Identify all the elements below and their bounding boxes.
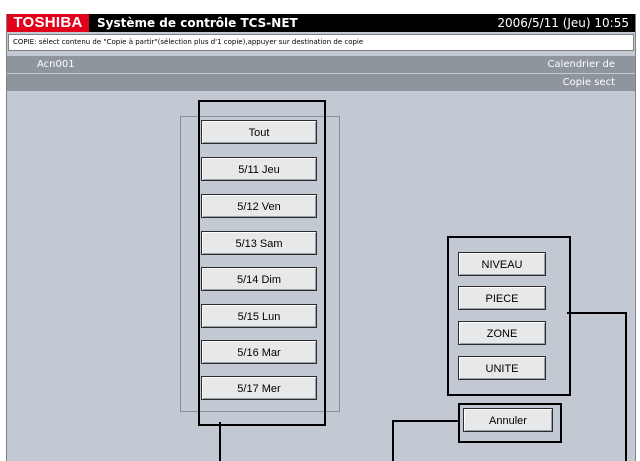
date-button-5-11[interactable]: 5/11 Jeu — [201, 157, 317, 181]
unit-button[interactable]: UNITE — [458, 356, 546, 380]
zone-button[interactable]: ZONE — [458, 321, 546, 345]
mode-label: Copie sect — [562, 77, 615, 88]
callout-line-levels-horizontal — [567, 312, 627, 314]
screen-name: Calendrier de — [547, 59, 615, 70]
header-band: Acn001 Calendrier de — [7, 56, 635, 73]
date-button-5-13[interactable]: 5/13 Sam — [201, 231, 317, 255]
date-button-5-14[interactable]: 5/14 Dim — [201, 267, 317, 291]
cancel-button[interactable]: Annuler — [463, 408, 553, 432]
callout-line-levels-vertical — [625, 312, 627, 461]
unit-name: Acn001 — [37, 59, 75, 70]
toshiba-logo: TOSHIBA — [7, 14, 89, 32]
date-time: 2006/5/11 (Jeu) 10:55 — [497, 16, 629, 30]
date-button-all[interactable]: Tout — [201, 120, 317, 144]
callout-line-dates — [219, 422, 221, 461]
date-button-5-16[interactable]: 5/16 Mar — [201, 340, 317, 364]
date-button-5-15[interactable]: 5/15 Lun — [201, 304, 317, 328]
title-bar: TOSHIBA Système de contrôle TCS-NET 2006… — [7, 14, 635, 32]
mode-band: Copie sect — [7, 74, 635, 91]
app-title: Système de contrôle TCS-NET — [97, 16, 298, 30]
instruction-bar: COPIE: sélect contenu de "Copie à partir… — [8, 34, 634, 51]
level-button[interactable]: NIVEAU — [458, 252, 546, 276]
date-button-5-12[interactable]: 5/12 Ven — [201, 194, 317, 218]
callout-line-cancel-vertical — [392, 420, 394, 461]
date-button-5-17[interactable]: 5/17 Mer — [201, 376, 317, 400]
room-button[interactable]: PIECE — [458, 286, 546, 310]
callout-line-cancel-horizontal — [392, 420, 460, 422]
